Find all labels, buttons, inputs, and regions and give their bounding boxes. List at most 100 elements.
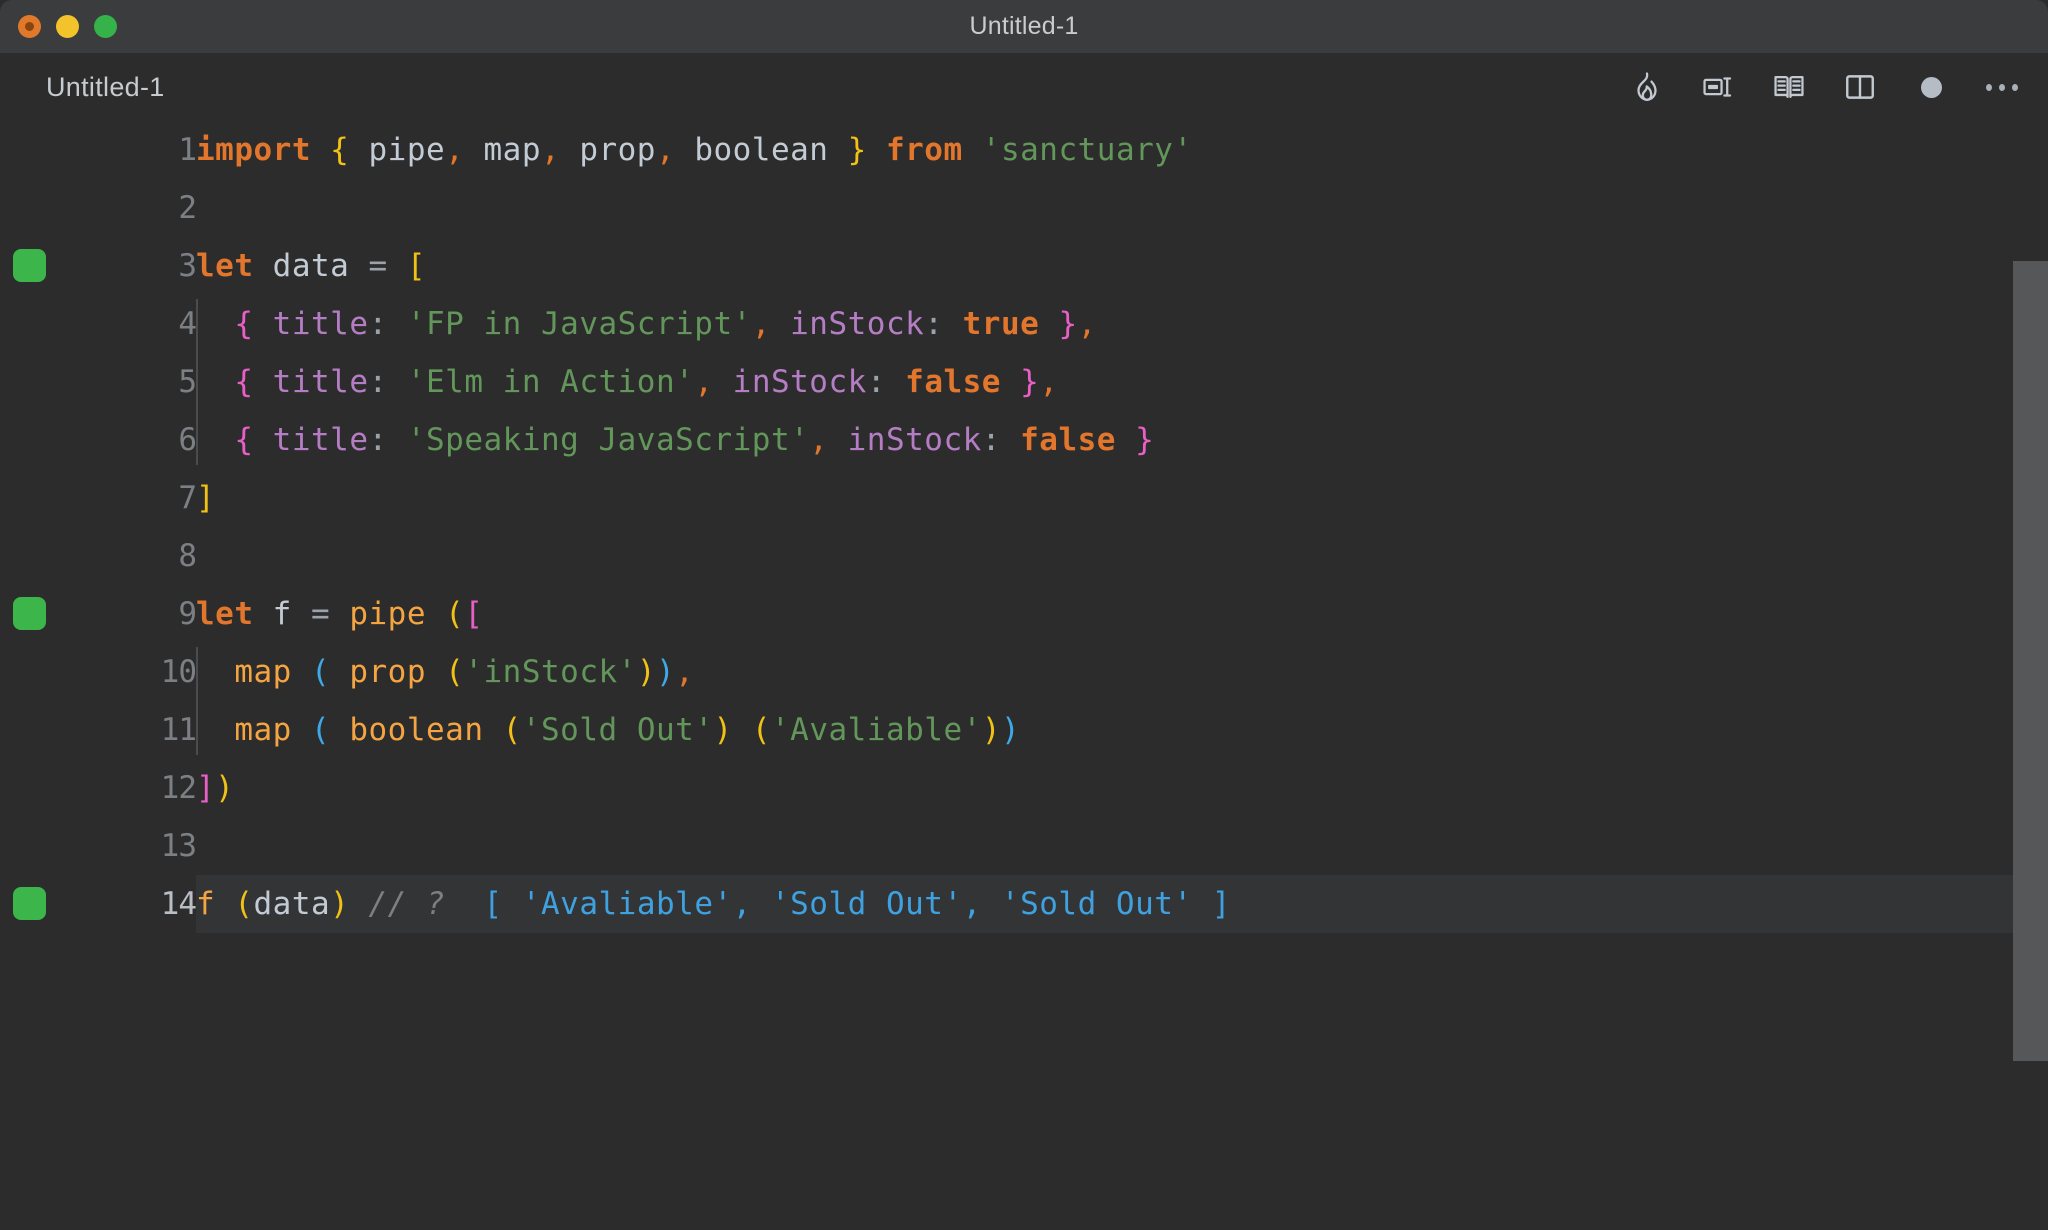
code-line[interactable]: 14 f (data) // ? [ 'Avaliable', 'Sold Out… <box>0 875 2048 933</box>
code-line[interactable]: 9 let f = pipe ([ <box>0 585 2048 643</box>
flame-icon[interactable] <box>1627 67 1667 107</box>
code-token: title <box>272 422 369 458</box>
code-line-text[interactable] <box>196 817 2048 875</box>
line-number: 11 <box>160 712 197 748</box>
line-number: 12 <box>160 770 197 806</box>
code-line[interactable]: 5 { title: 'Elm in Action', inStock: fal… <box>0 353 2048 411</box>
code-token: ) <box>215 770 235 806</box>
code-token: , <box>655 132 676 168</box>
code-token: pipe <box>349 596 426 632</box>
code-token: prop <box>560 132 656 168</box>
code-line[interactable]: 7] <box>0 469 2048 527</box>
code-token: { <box>234 306 254 342</box>
code-line-text[interactable]: { title: 'Speaking JavaScript', inStock:… <box>196 411 2048 469</box>
breakpoint-marker-icon[interactable] <box>13 887 46 920</box>
line-number: 13 <box>160 828 197 864</box>
code-line-list: 1 import { pipe, map, prop, boolean } fro… <box>0 121 2048 933</box>
code-token: [ 'Avaliable', 'Sold Out', 'Sold Out' ] <box>483 886 1231 922</box>
code-token: prop <box>349 654 426 690</box>
close-window-button[interactable] <box>18 15 41 38</box>
vertical-scrollbar[interactable] <box>2013 261 2048 1061</box>
code-line-text[interactable] <box>196 179 2048 237</box>
more-actions-ellipsis-icon[interactable] <box>1982 67 2022 107</box>
code-token: ( <box>234 886 254 922</box>
code-line[interactable]: 12]) <box>0 759 2048 817</box>
code-token: import <box>196 132 311 168</box>
code-token: 'inStock' <box>464 654 637 690</box>
code-line[interactable]: 4 { title: 'FP in JavaScript', inStock: … <box>0 295 2048 353</box>
code-line-text[interactable]: let f = pipe ([ <box>196 585 2048 643</box>
code-token: : <box>368 306 388 342</box>
code-line[interactable]: 8 <box>0 527 2048 585</box>
code-line[interactable]: 3 let data = [ <box>0 237 2048 295</box>
code-line-text[interactable]: map ( boolean ('Sold Out') ('Avaliable')… <box>196 701 2048 759</box>
code-token: , <box>751 306 771 342</box>
code-token: map <box>234 712 292 748</box>
code-token: ( <box>445 596 465 632</box>
code-token: inStock <box>732 364 867 400</box>
tab-untitled-1[interactable]: Untitled-1 <box>46 72 165 103</box>
code-line[interactable]: 10 map ( prop ('inStock')), <box>0 643 2048 701</box>
code-token: true <box>962 306 1040 342</box>
code-token: ) <box>636 654 656 690</box>
breakpoint-marker-icon[interactable] <box>13 597 46 630</box>
indent-guide <box>196 647 198 755</box>
split-editor-icon[interactable] <box>1698 67 1738 107</box>
code-line-text[interactable]: let data = [ <box>196 237 2048 295</box>
minimize-window-button[interactable] <box>56 15 79 38</box>
code-token: ) <box>981 712 1001 748</box>
code-token: { <box>234 422 254 458</box>
breakpoint-marker-icon[interactable] <box>13 249 46 282</box>
code-token: 'sanctuary' <box>981 132 1193 168</box>
code-line-text[interactable] <box>196 527 2048 585</box>
code-token: map <box>464 132 541 168</box>
code-token: false <box>905 364 1001 400</box>
code-editor[interactable]: 1 import { pipe, map, prop, boolean } fro… <box>0 121 2048 1230</box>
code-token: title <box>272 364 369 400</box>
code-line-text[interactable]: map ( prop ('inStock')), <box>196 643 2048 701</box>
code-token: } <box>1135 422 1155 458</box>
code-line[interactable]: 1 import { pipe, map, prop, boolean } fro… <box>0 121 2048 179</box>
code-line[interactable]: 11 map ( boolean ('Sold Out') ('Avaliabl… <box>0 701 2048 759</box>
code-token: f <box>196 886 216 922</box>
code-token: map <box>234 654 292 690</box>
code-token: } <box>1020 364 1040 400</box>
code-line-text[interactable]: f (data) // ? [ 'Avaliable', 'Sold Out',… <box>196 875 2048 933</box>
code-token: : <box>368 364 388 400</box>
code-token: , <box>809 422 829 458</box>
unsaved-dot-icon[interactable] <box>1911 67 1951 107</box>
code-token: 'Avaliable' <box>771 712 982 748</box>
code-line-text[interactable]: ] <box>196 469 2048 527</box>
code-line-text[interactable]: { title: 'FP in JavaScript', inStock: tr… <box>196 295 2048 353</box>
code-token: pipe <box>349 132 446 168</box>
code-token: data <box>253 248 369 284</box>
maximize-window-button[interactable] <box>94 15 117 38</box>
code-line-text[interactable]: { title: 'Elm in Action', inStock: false… <box>196 353 2048 411</box>
code-token: boolean <box>349 712 484 748</box>
code-token: 'Elm in Action' <box>406 364 695 400</box>
code-line[interactable]: 2 <box>0 179 2048 237</box>
code-token: , <box>540 132 561 168</box>
code-token: = <box>311 596 331 632</box>
code-line-text[interactable]: ]) <box>196 759 2048 817</box>
code-token: f <box>253 596 311 632</box>
code-token: , <box>694 364 714 400</box>
split-pane-icon[interactable] <box>1840 67 1880 107</box>
code-line[interactable]: 13 <box>0 817 2048 875</box>
code-line[interactable]: 6 { title: 'Speaking JavaScript', inStoc… <box>0 411 2048 469</box>
code-token: [ <box>406 248 426 284</box>
open-preview-book-icon[interactable] <box>1769 67 1809 107</box>
code-line-text[interactable]: import { pipe, map, prop, boolean } from… <box>196 121 2048 179</box>
